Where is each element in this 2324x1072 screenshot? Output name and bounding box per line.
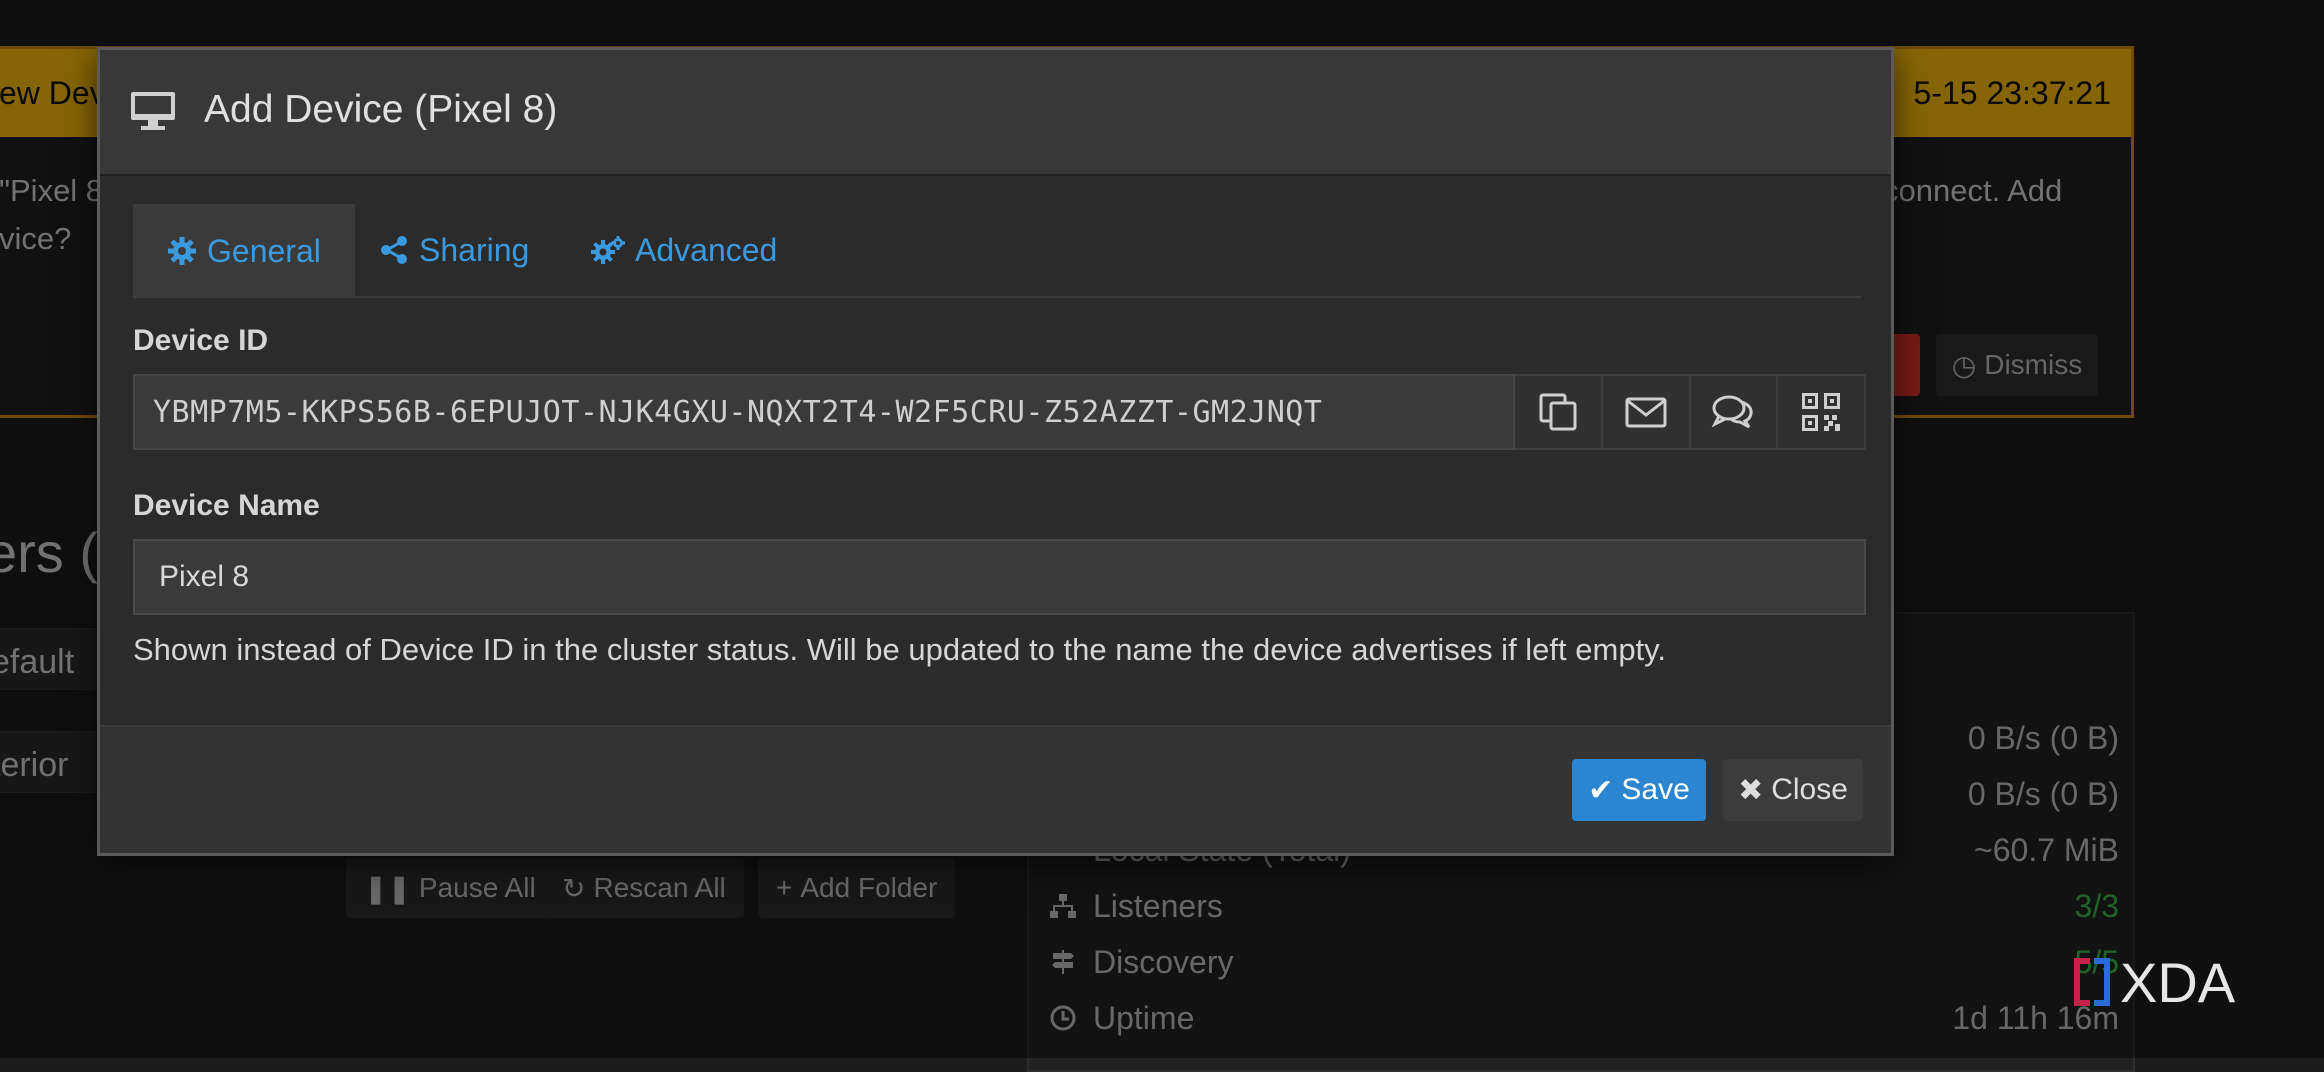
svg-text:XDA: XDA <box>2120 952 2236 1012</box>
close-label: Close <box>1771 773 1848 806</box>
save-button[interactable]: ✔ Save <box>1572 759 1706 821</box>
tab-general-label: General <box>207 232 321 269</box>
close-icon: ✖ <box>1738 773 1764 807</box>
qrcode-icon <box>1802 393 1841 431</box>
copy-icon <box>1539 393 1577 431</box>
tab-sharing-label: Sharing <box>419 231 530 268</box>
device-id-input[interactable] <box>133 374 1515 450</box>
desktop-icon <box>131 92 175 130</box>
email-button[interactable] <box>1602 374 1691 450</box>
save-label: Save <box>1621 773 1690 806</box>
device-id-label: Device ID <box>133 324 269 357</box>
comments-icon <box>1712 395 1754 429</box>
gear-icon <box>168 237 196 265</box>
modal-title: Add Device (Pixel 8) <box>204 88 558 131</box>
modal-footer: ✔ Save ✖ Close <box>100 725 1891 853</box>
device-name-label: Device Name <box>133 489 320 522</box>
check-icon: ✔ <box>1588 773 1614 807</box>
sms-button[interactable] <box>1690 374 1779 450</box>
modal-header: Add Device (Pixel 8) <box>100 50 1891 176</box>
copy-button[interactable] <box>1515 374 1603 450</box>
tab-sharing[interactable]: Sharing <box>347 204 561 296</box>
close-button[interactable]: ✖ Close <box>1723 759 1863 821</box>
gears-icon <box>591 236 625 264</box>
modal-tabs: General Sharing Advanced <box>133 204 1861 298</box>
add-device-modal: Add Device (Pixel 8) General Sharing Adv… <box>97 47 1894 856</box>
tab-advanced[interactable]: Advanced <box>559 204 809 296</box>
qr-button[interactable] <box>1778 374 1866 450</box>
device-name-help: Shown instead of Device ID in the cluste… <box>133 632 1666 667</box>
tab-advanced-label: Advanced <box>635 231 778 268</box>
tab-general[interactable]: General <box>133 204 355 296</box>
device-name-input[interactable] <box>133 539 1866 615</box>
xda-logo: XDA <box>2074 952 2236 1012</box>
device-id-group <box>133 374 1866 450</box>
share-icon <box>381 236 407 264</box>
envelope-icon <box>1625 397 1667 428</box>
